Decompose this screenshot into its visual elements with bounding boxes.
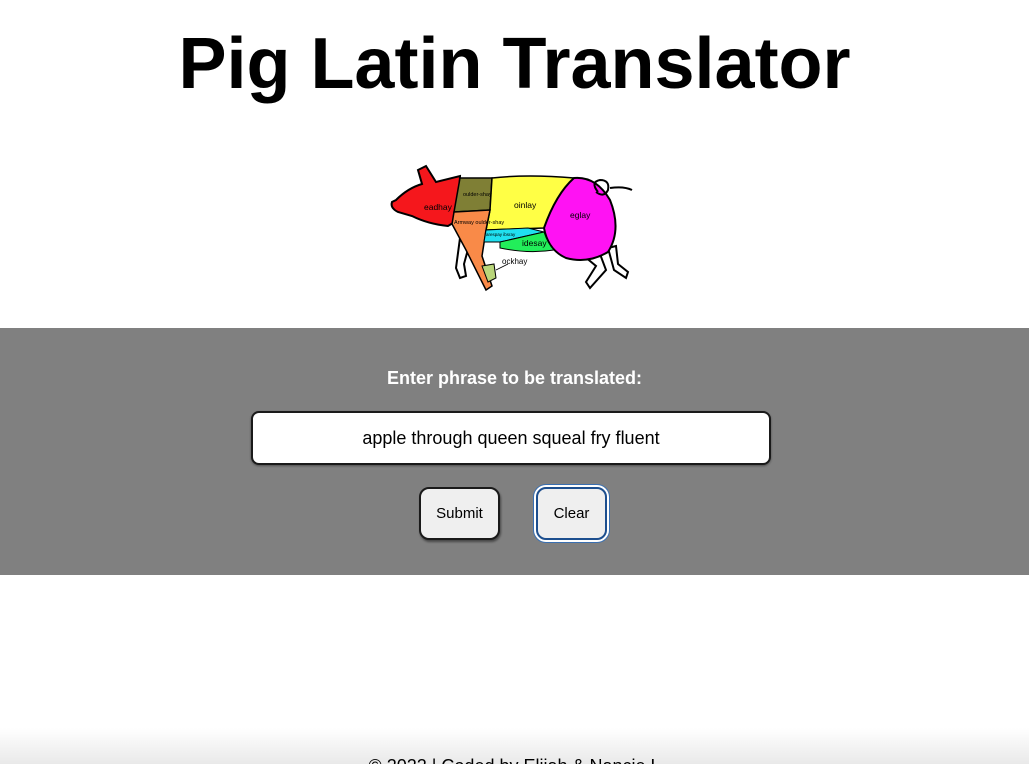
translator-form-section: Enter phrase to be translated: Submit Cl… <box>0 328 1029 575</box>
pig-head-region <box>390 164 462 228</box>
label-spare-ribs: arespay ibsray <box>486 232 516 237</box>
label-side: idesay <box>522 238 547 248</box>
label-hock: ockhay <box>502 257 527 266</box>
input-prompt-label: Enter phrase to be translated: <box>386 368 643 388</box>
label-leg: eglay <box>570 210 591 220</box>
page-title: Pig Latin Translator <box>178 24 851 104</box>
label-shoulder: oulder-shay <box>463 192 492 198</box>
page: Pig Latin Translator eadhay oulder-shay … <box>0 0 1029 764</box>
label-loin: oinlay <box>514 200 537 210</box>
clear-button[interactable]: Clear <box>536 487 607 540</box>
pig-rear-right-leg <box>606 244 630 280</box>
phrase-input[interactable] <box>251 411 771 465</box>
submit-button[interactable]: Submit <box>419 487 500 540</box>
footer: © 2022 | Coded by Elijah & Nancie L <box>0 728 1029 764</box>
pig-cuts-image: eadhay oulder-shay oinlay eglay Armway o… <box>388 160 638 294</box>
label-head: eadhay <box>424 202 453 212</box>
pig-cuts-diagram: eadhay oulder-shay oinlay eglay Armway o… <box>390 164 633 292</box>
label-arm: Armway oulder-shay <box>454 220 504 226</box>
footer-copyright: © 2022 | Coded by Elijah & Nancie L <box>0 756 1029 764</box>
